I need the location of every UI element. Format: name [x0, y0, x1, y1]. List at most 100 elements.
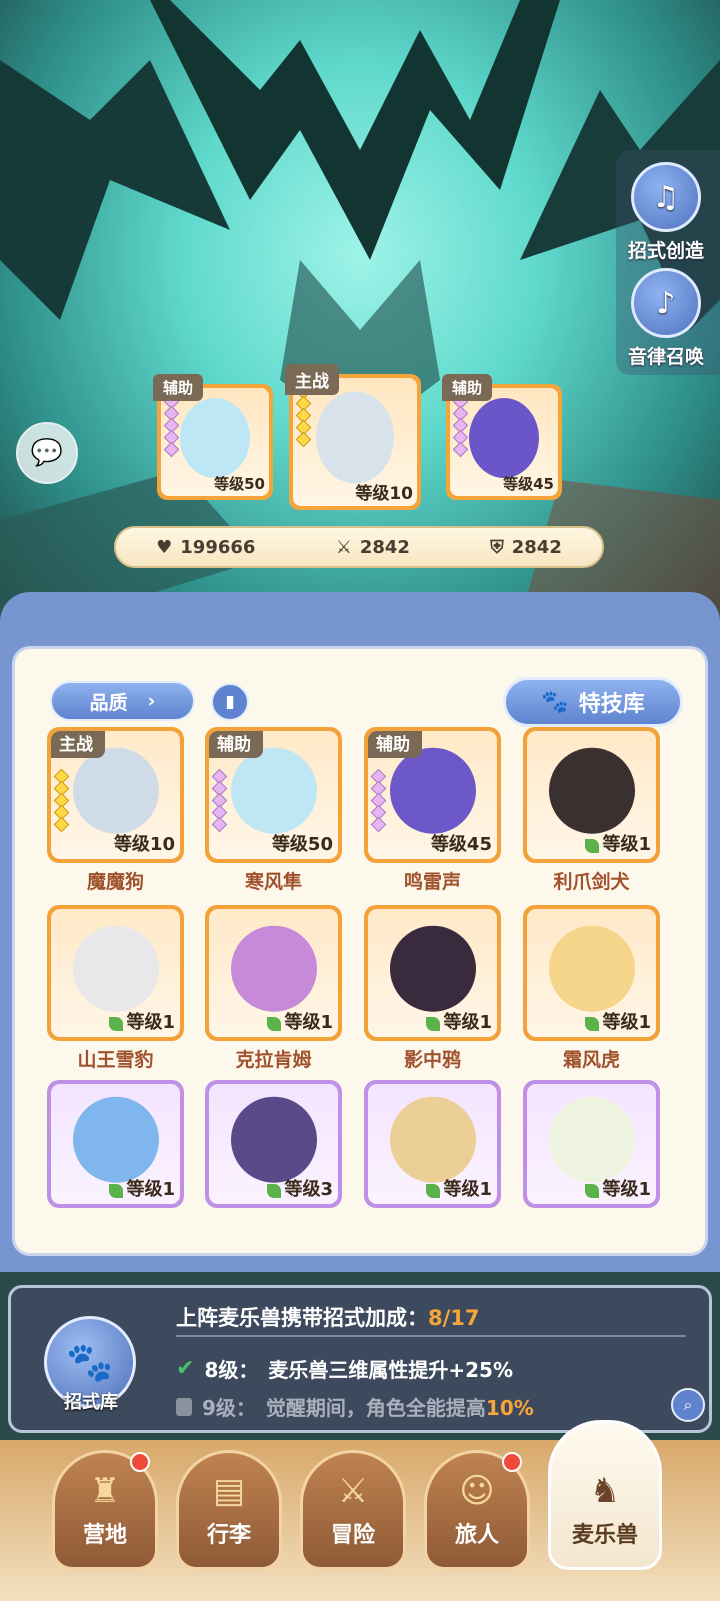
traveler-icon: ☺: [459, 1471, 495, 1511]
nav-label: 冒险: [330, 1523, 375, 1548]
level-label: 等级1: [126, 1179, 175, 1200]
bonus-progress: 8/17: [428, 1306, 480, 1330]
pet-card[interactable]: 辅助等级45: [364, 727, 501, 863]
nav-tab-4[interactable]: ♞ 麦乐兽: [548, 1420, 662, 1570]
level-label: 等级50: [214, 475, 265, 493]
level-label: 等级45: [430, 834, 492, 855]
pet-card[interactable]: 等级1: [364, 1080, 501, 1208]
level-label: 等级1: [126, 1012, 175, 1033]
team-slot-support-1[interactable]: 辅助 等级50: [153, 374, 273, 500]
monster-portrait: [316, 391, 394, 484]
shield-icon: ⛨: [490, 536, 504, 558]
skill-create-button[interactable]: ♫ 招式创造: [620, 162, 712, 263]
notification-badge: [130, 1452, 150, 1472]
paw-icon: 🐾: [541, 689, 569, 715]
monster-portrait: [72, 747, 159, 834]
quality-filter-button[interactable]: 品质 ›: [50, 681, 195, 721]
pet-name: 克拉肯姆: [235, 1049, 312, 1071]
pet-card[interactable]: 主战等级10: [47, 727, 184, 863]
skill-library-label: 特技库: [578, 692, 645, 717]
monster-portrait: [230, 1096, 317, 1183]
level-label: 等级50: [271, 834, 333, 855]
monster-portrait: [389, 747, 476, 834]
swords-icon: ⚔: [337, 1471, 369, 1511]
leaf-icon: [109, 1017, 123, 1031]
chest-icon: ▤: [212, 1471, 246, 1511]
pet-card[interactable]: 等级1: [364, 905, 501, 1041]
monster-portrait: [548, 747, 635, 834]
pet-card[interactable]: 等级1: [47, 905, 184, 1041]
pet-name: 鸣雷声: [403, 871, 461, 893]
pet-name: 山王雪豹: [77, 1049, 154, 1071]
leaf-icon: [585, 1184, 599, 1198]
leaf-icon: [585, 839, 599, 853]
skill-library-icon-label: 招式库: [64, 1392, 118, 1413]
leaf-icon: [426, 1184, 440, 1198]
zoom-button[interactable]: ⌕: [671, 1388, 705, 1422]
crossed-swords-icon: ⚔: [335, 536, 352, 558]
level-label: 等级10: [113, 834, 175, 855]
level-label: 等级1: [602, 1179, 651, 1200]
pet-card[interactable]: 等级1: [205, 905, 342, 1041]
monster-portrait: [230, 747, 317, 834]
skill-library-button[interactable]: 🐾 特技库: [503, 677, 683, 727]
star-rating: [163, 393, 180, 458]
nav-tab-1[interactable]: ▤ 行李: [176, 1450, 282, 1570]
magnifier-icon: ⌕: [683, 1395, 693, 1414]
pet-card[interactable]: 辅助等级50: [205, 727, 342, 863]
pet-name: 利爪剑犬: [553, 871, 630, 893]
hp-stat: ♥ 199666: [156, 536, 256, 558]
divider: [176, 1335, 686, 1337]
pet-card[interactable]: 等级1: [523, 727, 660, 863]
level-label: 等级1: [284, 1012, 333, 1033]
check-icon: ✔: [176, 1356, 195, 1381]
monster-portrait: [548, 1096, 635, 1183]
role-tag: 辅助: [442, 374, 493, 401]
team-stats-bar: ♥ 199666 ⚔ 2842 ⛨ 2842: [114, 526, 604, 568]
chat-button[interactable]: 💬: [16, 422, 78, 484]
quality-filter-label: 品质: [89, 691, 128, 714]
melody-summon-label: 音律召唤: [627, 346, 704, 368]
chat-icon: 💬: [30, 438, 64, 468]
level-label: 等级10: [355, 484, 413, 504]
heart-icon: ♥: [156, 536, 173, 558]
pet-card[interactable]: 等级1: [47, 1080, 184, 1208]
nav-tab-2[interactable]: ⚔ 冒险: [300, 1450, 406, 1570]
role-tag: 主战: [285, 364, 339, 395]
role-tag: 辅助: [368, 731, 422, 758]
pet-card[interactable]: 等级1: [523, 905, 660, 1041]
level-label: 等级1: [443, 1179, 492, 1200]
monster-portrait: [469, 398, 539, 478]
bonus-row-locked: 9级： 觉醒期间，角色全能提高10%: [176, 1392, 534, 1421]
star-rating: [53, 768, 70, 833]
nav-label: 行李: [206, 1523, 251, 1548]
role-tag: 主战: [51, 731, 105, 758]
pet-card[interactable]: 等级3: [205, 1080, 342, 1208]
paw-icon: 🐾: [66, 1339, 114, 1384]
leaf-icon: [267, 1017, 281, 1031]
team-slot-support-2[interactable]: 辅助 等级45: [442, 374, 562, 500]
star-rating: [370, 768, 387, 833]
role-tag: 辅助: [209, 731, 263, 758]
pet-icon: ♞: [589, 1471, 621, 1511]
book-button[interactable]: ▮: [211, 683, 249, 721]
lyre-icon: ♪: [631, 268, 701, 338]
team-slot-main[interactable]: 主战 等级10: [285, 364, 421, 510]
melody-summon-button[interactable]: ♪ 音律召唤: [620, 268, 712, 369]
nav-label: 旅人: [454, 1523, 499, 1548]
notification-badge: [502, 1452, 522, 1472]
castle-icon: ♜: [89, 1471, 121, 1511]
monster-portrait: [389, 925, 476, 1012]
skill-create-label: 招式创造: [627, 240, 704, 262]
leaf-icon: [585, 1017, 599, 1031]
monster-portrait: [230, 925, 317, 1012]
pet-name: 影中鸦: [403, 1049, 461, 1071]
defense-stat: ⛨ 2842: [490, 536, 562, 558]
star-rating: [452, 393, 469, 458]
monster-portrait: [72, 1096, 159, 1183]
leaf-icon: [426, 1017, 440, 1031]
attack-stat: ⚔ 2842: [335, 536, 410, 558]
pet-card[interactable]: 等级1: [523, 1080, 660, 1208]
book-icon: ▮: [225, 692, 235, 712]
leaf-icon: [267, 1184, 281, 1198]
